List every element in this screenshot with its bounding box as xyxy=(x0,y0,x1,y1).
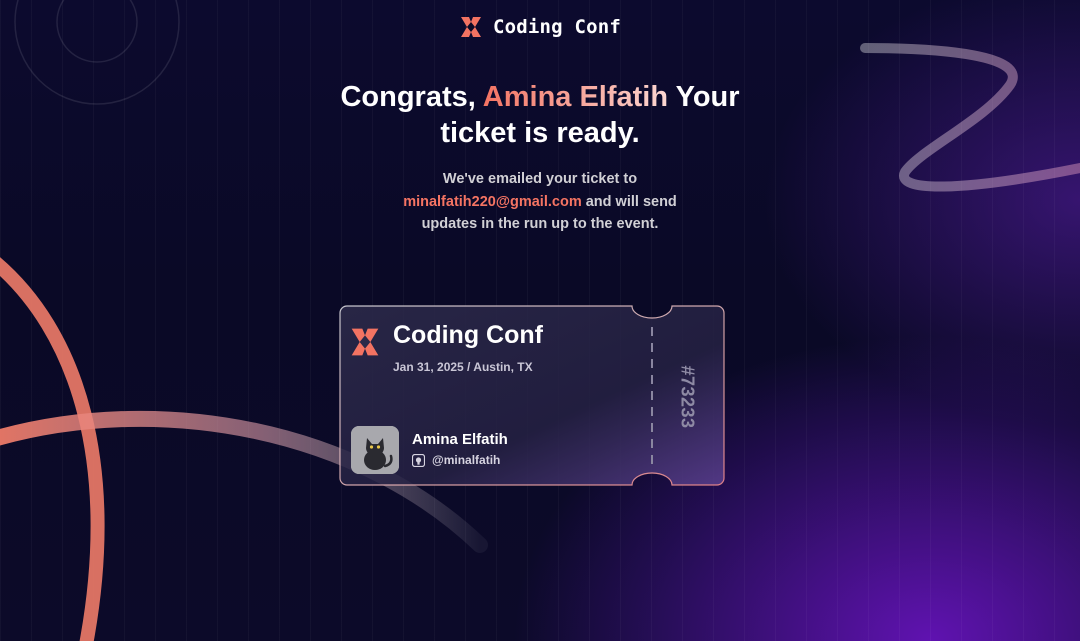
confirmation-message: We've emailed your ticket to minalfatih2… xyxy=(380,168,700,236)
squiggle-decoration xyxy=(860,43,1080,192)
title-prefix: Congrats, xyxy=(340,81,483,113)
brand-name: Coding Conf xyxy=(492,16,622,38)
ticket-event-name: Coding Conf xyxy=(393,321,543,349)
github-icon xyxy=(412,453,425,467)
github-handle: @minalfatih xyxy=(412,453,500,467)
email-address: minalfatih220@gmail.com xyxy=(403,193,582,210)
page-title: Congrats, Amina Elfatih Your ticket is r… xyxy=(340,79,740,151)
ticket-card: Coding Conf Jan 31, 2025 / Austin, TX Am… xyxy=(339,305,725,486)
arc-decoration-big xyxy=(0,257,105,641)
logo-icon xyxy=(460,17,481,37)
brand-logo: Coding Conf xyxy=(0,15,1080,39)
avatar xyxy=(351,426,399,474)
ticket-number: #73233 xyxy=(677,365,698,429)
ticket-date-location: Jan 31, 2025 / Austin, TX xyxy=(393,360,533,374)
ticket-logo-icon xyxy=(351,328,379,356)
cat-avatar-icon xyxy=(351,426,399,474)
github-username: @minalfatih xyxy=(432,453,501,467)
message-line1: We've emailed your ticket to xyxy=(442,171,638,187)
attendee-name: Amina Elfatih xyxy=(412,431,508,448)
attendee-name-highlight: Amina Elfatih xyxy=(482,81,669,113)
